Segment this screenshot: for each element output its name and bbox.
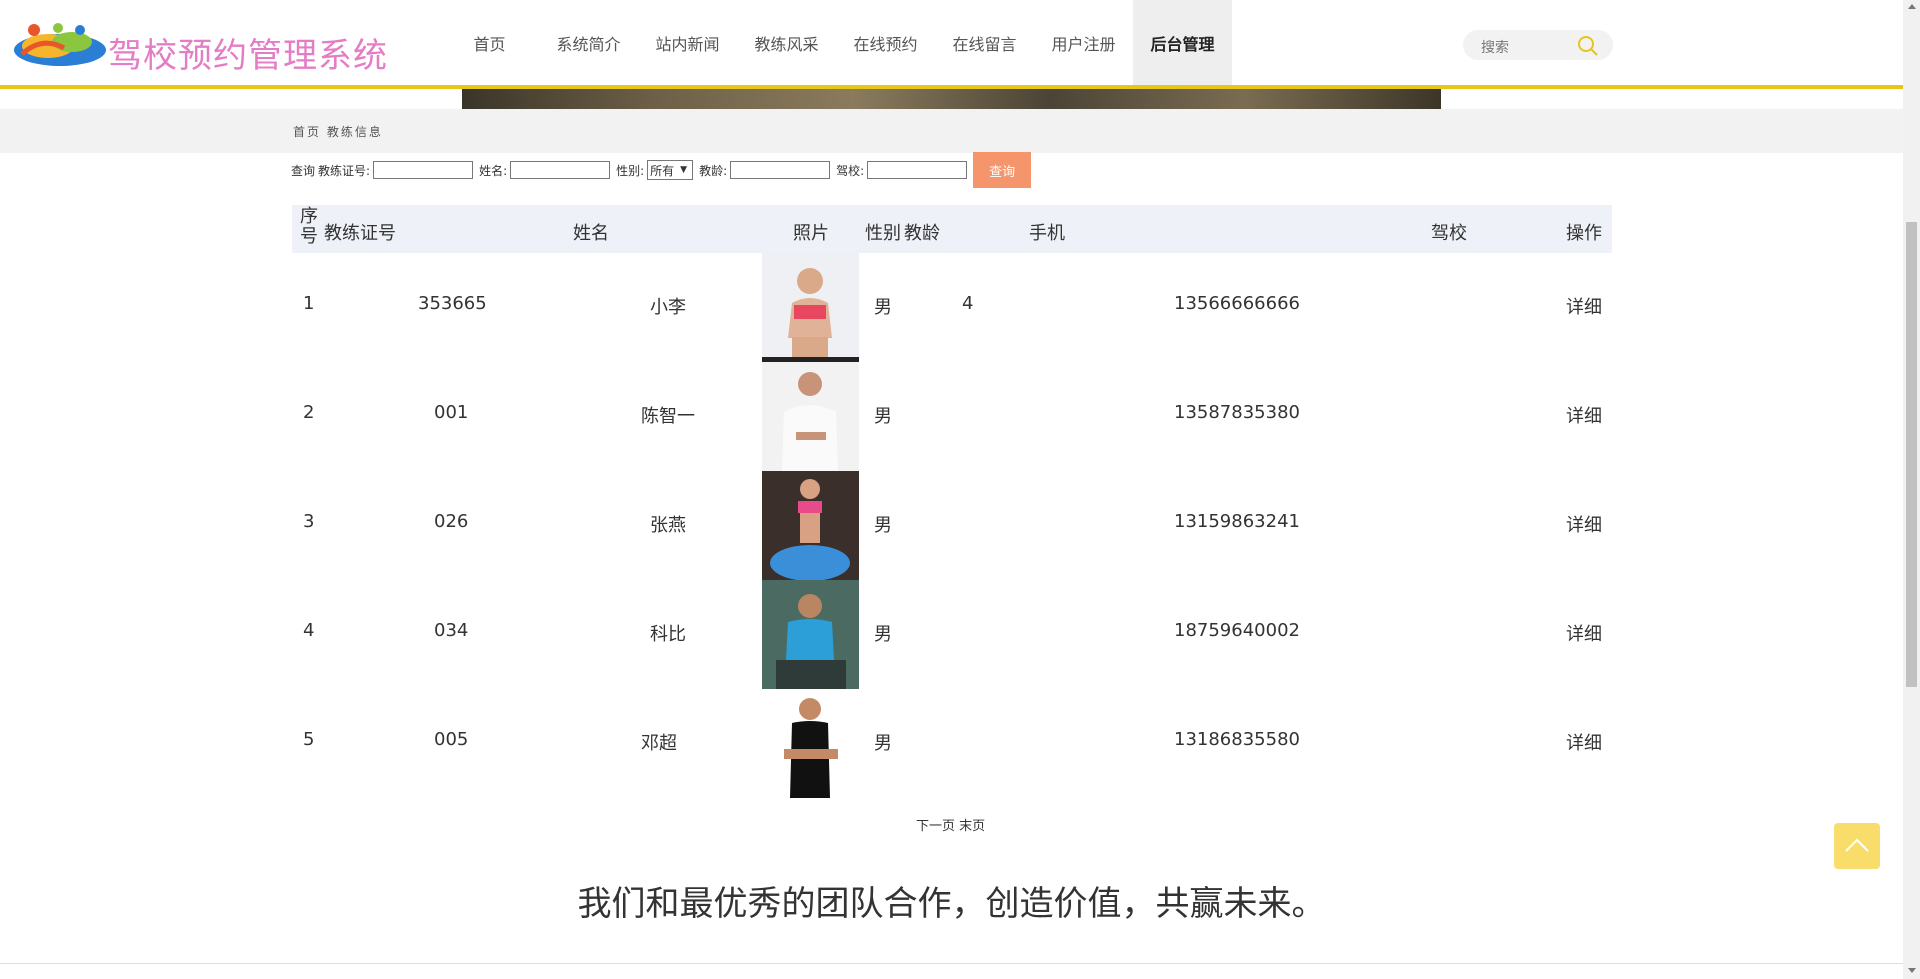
nav-about[interactable]: 系统简介 (539, 0, 638, 85)
row-index: 5 (303, 729, 315, 750)
detail-link[interactable]: 详细 (1566, 293, 1602, 319)
row-phone: 13186835580 (1174, 729, 1300, 750)
header-phone: 手机 (1029, 223, 1065, 244)
name-label: 姓名: (479, 163, 508, 178)
chevron-up-icon (1845, 838, 1869, 852)
search-icon[interactable] (1577, 35, 1599, 57)
main-nav: 首页 系统简介 站内新闻 教练风采 在线预约 在线留言 用户注册 后台管理 (440, 0, 1232, 85)
row-phone: 13587835380 (1174, 402, 1300, 423)
nav-home[interactable]: 首页 (440, 0, 539, 85)
detail-link[interactable]: 详细 (1566, 402, 1602, 428)
site-logo[interactable] (12, 20, 108, 68)
row-name: 小李 (650, 297, 686, 318)
row-name: 邓超 (641, 733, 677, 754)
header-school: 驾校 (1431, 223, 1467, 244)
age-input[interactable] (730, 161, 831, 179)
nav-coaches[interactable]: 教练风采 (737, 0, 836, 85)
coach-photo[interactable] (762, 471, 859, 580)
footer-slogan: 我们和最优秀的团队合作，创造价值，共赢未来。 (577, 884, 1326, 924)
coach-photo[interactable] (762, 362, 859, 471)
chevron-down-icon: ▼ (680, 165, 688, 175)
table-row: 3 026 张燕 男 13159863241 详细 (292, 471, 1612, 580)
pagination: 下一页 末页 (916, 815, 985, 834)
page-scrollbar[interactable] (1903, 0, 1920, 979)
next-page-link[interactable]: 下一页 (916, 819, 955, 834)
detail-link[interactable]: 详细 (1566, 511, 1602, 537)
cert-input[interactable] (373, 161, 474, 179)
row-gender: 男 (874, 515, 892, 536)
header-cert: 教练证号 (324, 223, 396, 244)
row-name: 张燕 (650, 515, 686, 536)
row-cert: 353665 (418, 293, 487, 314)
cert-label: 教练证号: (318, 163, 371, 178)
site-title: 驾校预约管理系统 (108, 36, 388, 76)
query-form: 查询 教练证号: 姓名: 性别: 所有 ▼ 教龄: 驾校: 查询 (291, 152, 1032, 188)
row-index: 2 (303, 402, 315, 423)
nav-messages[interactable]: 在线留言 (935, 0, 1034, 85)
last-page-link[interactable]: 末页 (959, 819, 985, 834)
row-cert: 005 (434, 729, 469, 750)
scroll-thumb[interactable] (1906, 222, 1917, 687)
row-index: 1 (303, 293, 315, 314)
gender-select-value: 所有 (650, 163, 675, 178)
header-action: 操作 (1566, 223, 1602, 244)
row-index: 4 (303, 620, 315, 641)
search-input[interactable]: 搜索 (1481, 37, 1509, 57)
header-gender: 性别 (865, 223, 901, 244)
scroll-up-icon[interactable] (1908, 4, 1916, 9)
header-photo: 照片 (793, 223, 829, 244)
gender-select[interactable]: 所有 ▼ (647, 160, 694, 180)
divider (0, 963, 1903, 964)
row-phone: 13566666666 (1174, 293, 1300, 314)
query-button[interactable]: 查询 (973, 152, 1032, 188)
row-gender: 男 (874, 297, 892, 318)
row-phone: 18759640002 (1174, 620, 1300, 641)
search-box[interactable]: 搜索 (1463, 30, 1613, 60)
row-gender: 男 (874, 406, 892, 427)
nav-register[interactable]: 用户注册 (1034, 0, 1133, 85)
gender-label: 性别: (616, 163, 645, 178)
row-index: 3 (303, 511, 315, 532)
site-header: 驾校预约管理系统 首页 系统简介 站内新闻 教练风采 在线预约 在线留言 用户注… (0, 0, 1903, 89)
row-gender: 男 (874, 733, 892, 754)
row-cert: 001 (434, 402, 469, 423)
row-age: 4 (962, 293, 974, 314)
table-row: 5 005 邓超 男 13186835580 详细 (292, 689, 1612, 798)
header-index: 序号 (300, 206, 318, 247)
detail-link[interactable]: 详细 (1566, 620, 1602, 646)
row-cert: 034 (434, 620, 469, 641)
scroll-down-icon[interactable] (1908, 968, 1916, 973)
row-cert: 026 (434, 511, 469, 532)
row-name: 陈智一 (641, 406, 695, 427)
row-name: 科比 (650, 624, 686, 645)
coach-photo[interactable] (762, 580, 859, 689)
nav-admin[interactable]: 后台管理 (1133, 0, 1232, 85)
name-input[interactable] (510, 161, 611, 179)
row-gender: 男 (874, 624, 892, 645)
query-prefix: 查询 (291, 163, 316, 178)
table-row: 1 353665 小李 男 4 13566666666 详细 (292, 253, 1612, 362)
nav-news[interactable]: 站内新闻 (638, 0, 737, 85)
nav-booking[interactable]: 在线预约 (836, 0, 935, 85)
back-to-top-button[interactable] (1834, 823, 1880, 869)
school-input[interactable] (867, 161, 968, 179)
detail-link[interactable]: 详细 (1566, 729, 1602, 755)
header-name: 姓名 (573, 223, 609, 244)
table-header: 序号 教练证号 姓名 照片 性别 教龄 手机 驾校 操作 (292, 205, 1612, 253)
table-row: 2 001 陈智一 男 13587835380 详细 (292, 362, 1612, 471)
breadcrumb[interactable]: 首页 教练信息 (293, 123, 383, 140)
school-label: 驾校: (836, 163, 865, 178)
banner-image-strip (462, 89, 1441, 109)
breadcrumb-bar: 首页 教练信息 (0, 109, 1903, 153)
table-row: 4 034 科比 男 18759640002 详细 (292, 580, 1612, 689)
row-phone: 13159863241 (1174, 511, 1300, 532)
header-age: 教龄 (904, 223, 940, 244)
coach-photo[interactable] (762, 689, 859, 798)
age-label: 教龄: (699, 163, 728, 178)
coach-photo[interactable] (762, 253, 859, 362)
